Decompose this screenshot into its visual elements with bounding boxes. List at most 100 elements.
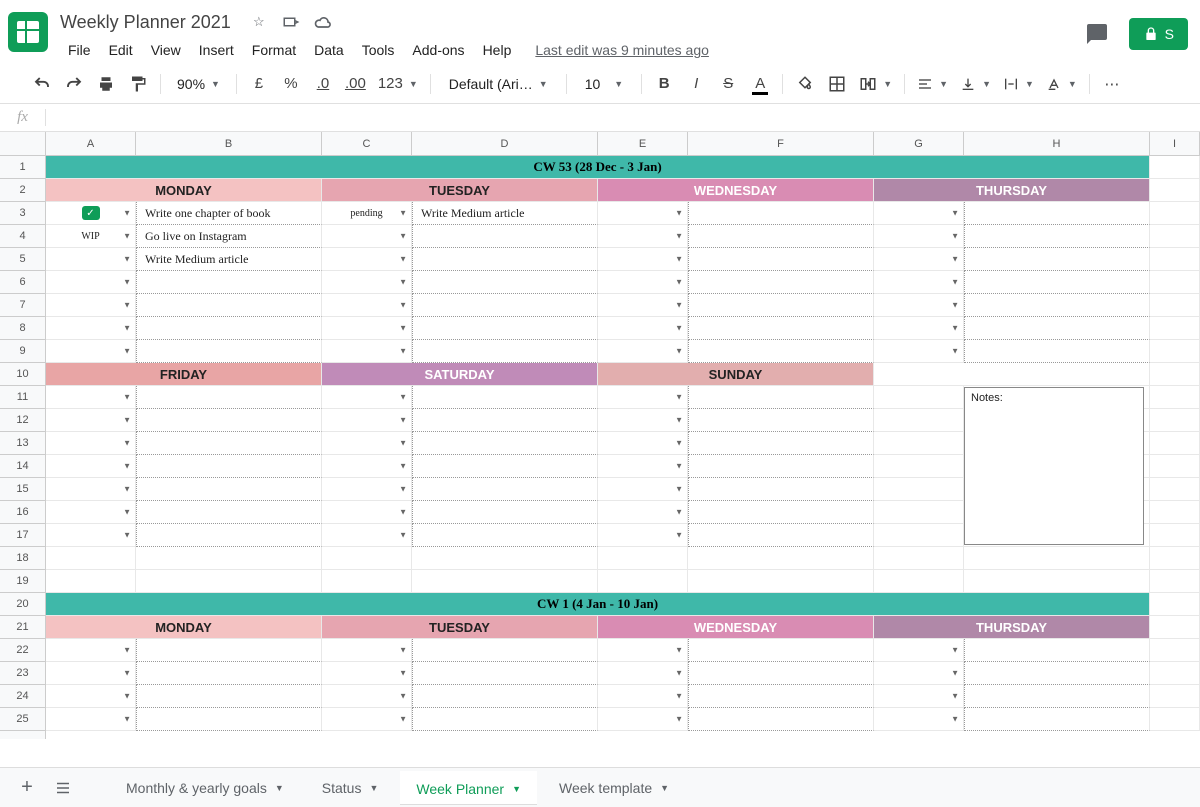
week-header[interactable]: CW 1 (4 Jan - 10 Jan) <box>46 593 1150 616</box>
dropdown-arrow-icon[interactable]: ▼ <box>675 301 683 310</box>
cell[interactable] <box>874 524 964 547</box>
cell[interactable] <box>136 340 322 363</box>
cell[interactable] <box>688 409 874 432</box>
cell[interactable] <box>412 478 598 501</box>
cell[interactable] <box>1150 501 1200 524</box>
cell[interactable] <box>412 409 598 432</box>
cell[interactable]: ▼ <box>598 501 688 524</box>
cell[interactable] <box>1150 179 1200 202</box>
cell[interactable] <box>688 455 874 478</box>
cell[interactable]: ▼ <box>46 409 136 432</box>
row-header-23[interactable]: 23 <box>0 662 45 685</box>
cell[interactable]: ▼ <box>598 432 688 455</box>
cell[interactable] <box>874 501 964 524</box>
cell[interactable] <box>1150 386 1200 409</box>
cell[interactable]: ▼ <box>46 455 136 478</box>
cell[interactable]: ▼ <box>874 294 964 317</box>
cell[interactable] <box>412 271 598 294</box>
dropdown-arrow-icon[interactable]: ▼ <box>123 347 131 356</box>
menu-file[interactable]: File <box>60 38 99 62</box>
cell[interactable]: ▼ <box>46 501 136 524</box>
increase-decimal-button[interactable]: .00 <box>341 70 370 98</box>
dropdown-arrow-icon[interactable]: ▼ <box>123 462 131 471</box>
col-header-G[interactable]: G <box>874 132 964 155</box>
cell[interactable] <box>964 662 1150 685</box>
dropdown-arrow-icon[interactable]: ▼ <box>675 393 683 402</box>
select-all-corner[interactable] <box>0 132 46 155</box>
cell[interactable] <box>598 547 688 570</box>
cloud-status-icon[interactable] <box>313 12 333 32</box>
cell[interactable]: ▼ <box>598 271 688 294</box>
dropdown-arrow-icon[interactable]: ▼ <box>675 255 683 264</box>
dropdown-arrow-icon[interactable]: ▼ <box>399 416 407 425</box>
dropdown-arrow-icon[interactable]: ▼ <box>399 692 407 701</box>
dropdown-arrow-icon[interactable]: ▼ <box>951 209 959 218</box>
cell[interactable]: ▼ <box>46 639 136 662</box>
cell[interactable] <box>1150 662 1200 685</box>
cell[interactable]: ▼ <box>874 639 964 662</box>
cell[interactable] <box>136 271 322 294</box>
cell[interactable] <box>136 501 322 524</box>
cell[interactable]: ▼ <box>322 409 412 432</box>
cell[interactable]: ▼ <box>46 340 136 363</box>
dropdown-arrow-icon[interactable]: ▼ <box>123 278 131 287</box>
menu-tools[interactable]: Tools <box>354 38 403 62</box>
col-header-I[interactable]: I <box>1150 132 1200 155</box>
cell[interactable] <box>412 248 598 271</box>
dropdown-arrow-icon[interactable]: ▼ <box>951 301 959 310</box>
dropdown-arrow-icon[interactable]: ▼ <box>675 209 683 218</box>
cell[interactable] <box>1150 248 1200 271</box>
cell[interactable]: ▼ <box>46 317 136 340</box>
dropdown-arrow-icon[interactable]: ▼ <box>399 531 407 540</box>
cell[interactable]: ▼ <box>46 685 136 708</box>
cell[interactable]: ▼ <box>598 294 688 317</box>
cell[interactable]: ▼ <box>598 225 688 248</box>
dropdown-arrow-icon[interactable]: ▼ <box>675 439 683 448</box>
sheet-tab-week-template[interactable]: Week template▼ <box>543 772 685 804</box>
cell[interactable] <box>136 708 322 731</box>
dropdown-arrow-icon[interactable]: ▼ <box>123 255 131 264</box>
cell[interactable] <box>136 478 322 501</box>
cell[interactable] <box>1150 685 1200 708</box>
cell[interactable]: ▼ <box>322 294 412 317</box>
cell[interactable] <box>1150 524 1200 547</box>
cell[interactable]: ▼ <box>598 708 688 731</box>
dropdown-arrow-icon[interactable]: ▼ <box>951 347 959 356</box>
dropdown-arrow-icon[interactable]: ▼ <box>399 462 407 471</box>
dropdown-arrow-icon[interactable]: ▼ <box>399 485 407 494</box>
strikethrough-button[interactable]: S <box>714 70 742 98</box>
dropdown-arrow-icon[interactable]: ▼ <box>399 301 407 310</box>
day-header[interactable]: MONDAY <box>46 179 322 202</box>
cell[interactable]: ▼ <box>874 271 964 294</box>
col-header-D[interactable]: D <box>412 132 598 155</box>
menu-format[interactable]: Format <box>244 38 304 62</box>
cell[interactable] <box>412 570 598 593</box>
cell[interactable] <box>46 547 136 570</box>
cell[interactable] <box>964 685 1150 708</box>
cell[interactable] <box>964 317 1150 340</box>
dropdown-arrow-icon[interactable]: ▼ <box>123 439 131 448</box>
cell[interactable] <box>136 662 322 685</box>
cell[interactable] <box>136 386 322 409</box>
week-header[interactable]: CW 53 (28 Dec - 3 Jan) <box>46 156 1150 179</box>
row-header-10[interactable]: 10 <box>0 363 45 386</box>
cell[interactable]: ▼ <box>46 478 136 501</box>
more-toolbar-button[interactable]: ⋯ <box>1098 70 1126 98</box>
row-header-6[interactable]: 6 <box>0 271 45 294</box>
cell[interactable] <box>688 248 874 271</box>
col-header-E[interactable]: E <box>598 132 688 155</box>
cell[interactable] <box>412 639 598 662</box>
cell[interactable] <box>874 386 964 409</box>
cell[interactable] <box>1150 294 1200 317</box>
cell[interactable] <box>412 294 598 317</box>
row-header-22[interactable]: 22 <box>0 639 45 662</box>
day-header[interactable]: WEDNESDAY <box>598 179 874 202</box>
row-header-4[interactable]: 4 <box>0 225 45 248</box>
cell[interactable] <box>136 409 322 432</box>
cell[interactable] <box>964 248 1150 271</box>
row-header-7[interactable]: 7 <box>0 294 45 317</box>
paint-format-button[interactable] <box>124 70 152 98</box>
menu-data[interactable]: Data <box>306 38 352 62</box>
decrease-decimal-button[interactable]: .0 <box>309 70 337 98</box>
cell[interactable] <box>688 340 874 363</box>
